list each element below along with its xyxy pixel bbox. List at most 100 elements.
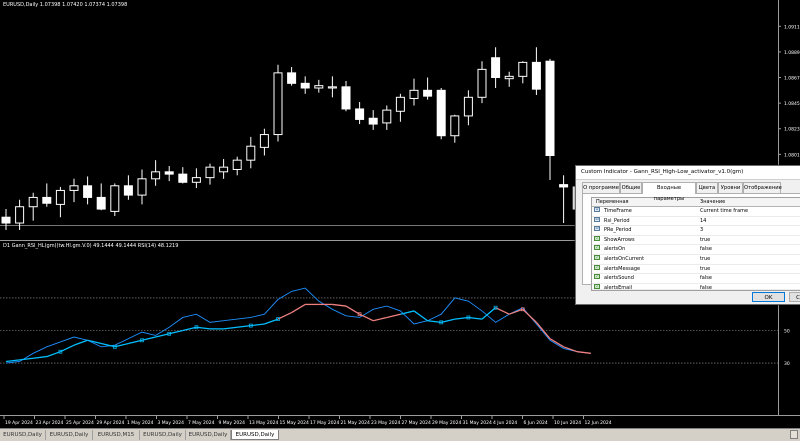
bull-candle xyxy=(110,185,120,212)
bull-candle xyxy=(69,185,79,191)
param-value[interactable]: false xyxy=(700,284,712,289)
bull-candle xyxy=(273,72,283,136)
indicator-level-label: 50 xyxy=(784,329,790,335)
custom-indicator-dialog: Custom Indicator - Gann_RSI_High-Low_act… xyxy=(575,165,800,305)
param-name: ShowArrows xyxy=(604,236,635,243)
gann-line-segment xyxy=(345,305,360,315)
gann-line-segment xyxy=(522,308,537,323)
date-tick-label: 3 May 2024 xyxy=(158,420,185,426)
ok-button[interactable]: OK xyxy=(752,292,785,302)
bear-candle xyxy=(341,86,351,110)
int-icon: 12 xyxy=(594,226,600,232)
chart-tabs-bar: EURUSD,Daily EURUSD,Daily EURUSD,M15 EUR… xyxy=(0,428,800,441)
gann-line-segment xyxy=(19,357,34,361)
gann-line-segment xyxy=(223,326,238,330)
bear-candle xyxy=(164,171,174,175)
col-value-header[interactable]: Значение xyxy=(700,198,725,206)
param-name: PRe_Period xyxy=(604,227,632,234)
col-variable-header[interactable]: Переменная xyxy=(596,198,629,206)
param-name: alertsEmail xyxy=(604,284,633,290)
param-value[interactable]: false xyxy=(700,245,712,254)
param-value[interactable]: 14 xyxy=(700,217,706,226)
param-row[interactable]: ✓ alertsSound false xyxy=(592,274,800,284)
gann-line-segment xyxy=(291,303,306,314)
tab-colors[interactable]: Цвета xyxy=(696,182,718,193)
tab-levels[interactable]: Уровни xyxy=(718,182,743,193)
bear-candle xyxy=(178,173,188,183)
date-tick-label: 31 May 2024 xyxy=(463,420,492,426)
chart-tab-3[interactable]: EURUSD,M15 xyxy=(93,430,140,440)
param-value[interactable]: true xyxy=(700,255,710,264)
param-value[interactable]: 3 xyxy=(700,226,703,235)
bull-candle xyxy=(55,189,65,205)
gann-line-segment xyxy=(128,339,143,345)
param-value[interactable]: true xyxy=(700,236,710,245)
param-row[interactable]: 12 Rsi_Period 14 xyxy=(592,216,800,227)
gann-line-segment xyxy=(33,355,47,359)
chart-tab-4[interactable]: EURUSD,Daily xyxy=(140,430,186,440)
param-value[interactable]: true xyxy=(700,265,710,274)
bear-candle xyxy=(42,196,52,204)
bear-candle xyxy=(123,185,133,196)
tab-about[interactable]: О программе xyxy=(582,182,620,193)
indicator-level-label: 30 xyxy=(784,361,790,367)
bull-candle xyxy=(219,166,229,173)
tab-visualization[interactable]: Отображение xyxy=(743,182,782,193)
chart-tab-6-active[interactable]: EURUSD,Daily xyxy=(231,430,279,440)
param-name: Rsi_Period xyxy=(604,217,630,224)
param-row[interactable]: ✓ alertsMessage true xyxy=(592,264,800,275)
gann-line-segment xyxy=(196,326,211,330)
tab-inputs[interactable]: Входные параметры xyxy=(642,182,696,202)
param-value[interactable]: Current time frame xyxy=(700,207,748,216)
gann-line-segment xyxy=(386,313,401,319)
bull-candle xyxy=(259,134,269,148)
bool-icon: ✓ xyxy=(594,283,600,289)
bear-candle xyxy=(368,117,378,125)
gann-line-segment xyxy=(468,316,483,320)
date-tick-label: 25 Apr 2024 xyxy=(66,420,94,426)
gann-line-segment xyxy=(454,316,469,320)
dialog-tabs: О программе Общие Входные параметры Цвет… xyxy=(582,182,800,202)
gann-line-segment xyxy=(73,339,88,346)
param-row[interactable]: ✓ alertsEmail false xyxy=(592,283,800,290)
params-table: Переменная Значение ≡ TimeFrame Current … xyxy=(591,197,800,291)
param-row[interactable]: 12 PRe_Period 3 xyxy=(592,226,800,236)
price-tick-label: 1.08010 xyxy=(784,152,800,158)
dialog-title: Custom Indicator - Gann_RSI_High-Low_act… xyxy=(576,166,800,180)
bull-candle xyxy=(450,115,460,137)
param-value[interactable]: false xyxy=(700,274,712,283)
date-tick-label: 1 May 2024 xyxy=(127,420,154,426)
bull-candle xyxy=(504,75,514,80)
date-tick-label: 23 May 2024 xyxy=(371,420,400,426)
chart-tab-2[interactable]: EURUSD,Daily xyxy=(46,430,93,440)
tabs-scroll-icon[interactable] xyxy=(790,430,798,439)
bool-icon: ✓ xyxy=(594,254,600,260)
param-row[interactable]: ✓ ShowArrows true xyxy=(592,235,800,246)
date-tick-label: 19 Apr 2024 xyxy=(5,420,33,426)
cancel-button[interactable]: Cancel xyxy=(789,292,800,302)
chart-tab-5[interactable]: EURUSD,Daily xyxy=(186,430,231,440)
gann-line-segment xyxy=(250,323,265,327)
date-tick-label: 21 May 2024 xyxy=(341,420,370,426)
param-row[interactable]: ≡ TimeFrame Current time frame xyxy=(592,207,800,217)
symbol-ohlc-label: EURUSD,Daily 1.07398 1.07420 1.07374 1.0… xyxy=(3,2,128,8)
bear-candle xyxy=(545,60,555,157)
bull-candle xyxy=(395,96,405,112)
gann-line-segment xyxy=(495,307,510,315)
gann-line-segment xyxy=(577,351,591,354)
bull-candle xyxy=(151,171,161,180)
bull-candle xyxy=(15,206,25,224)
bull-candle xyxy=(205,166,215,179)
bool-icon: ✓ xyxy=(594,245,600,251)
param-row[interactable]: ✓ alertsOnCurrent true xyxy=(592,254,800,265)
bull-candle xyxy=(382,109,392,124)
tab-common[interactable]: Общие xyxy=(620,182,642,193)
chart-tab-1[interactable]: EURUSD,Daily xyxy=(0,430,46,440)
date-tick-label: 9 May 2024 xyxy=(219,420,246,426)
bear-candle xyxy=(531,61,541,90)
param-name: alertsSound xyxy=(604,275,634,282)
gann-line-segment xyxy=(413,310,428,322)
param-row[interactable]: ✓ alertsOn false xyxy=(592,245,800,255)
candles xyxy=(1,47,596,231)
bull-candle xyxy=(477,68,487,98)
